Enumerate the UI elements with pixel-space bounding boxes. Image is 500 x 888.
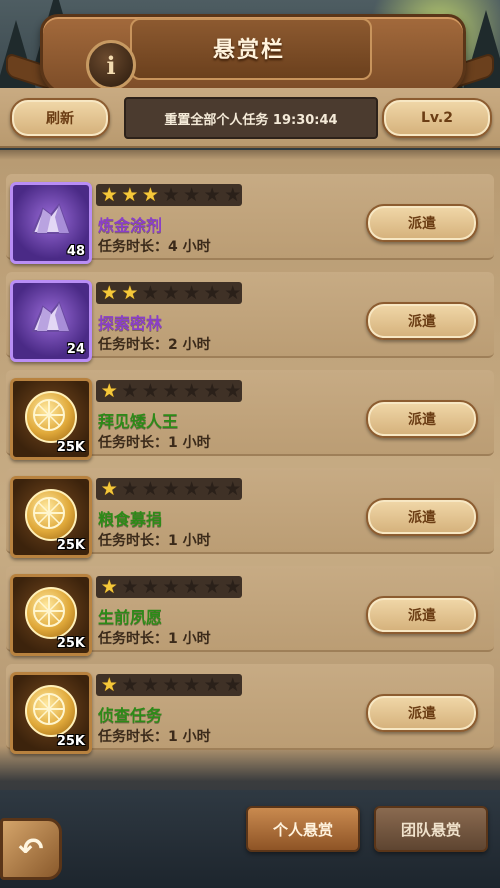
tab-personal-bounty[interactable]: 个人悬赏 [246, 806, 360, 852]
star-icon: ★ [203, 379, 221, 402]
reset-timer: 重置全部个人任务 19:30:44 [124, 97, 378, 139]
quest-duration: 任务时长：2 小时 [98, 337, 211, 353]
star-icon: ★ [121, 281, 139, 304]
quest-list: 48 ★ ★ ★ ★ ★ ★ ★ 炼金涂剂 任务时长：4 小时 派遣 24 ★ ★ ★ ★ ★ ★ ★ 探索密林 任务时… [6, 166, 494, 756]
star-icon: ★ [141, 379, 159, 402]
gold-coin-icon[interactable]: 25K [10, 574, 92, 656]
star-icon: ★ [183, 673, 201, 696]
star-icon: ★ [141, 575, 159, 598]
star-icon: ★ [183, 575, 201, 598]
crystal-icon[interactable]: 24 [10, 280, 92, 362]
star-icon: ★ [141, 477, 159, 500]
star-icon: ★ [100, 477, 118, 500]
quest-row: 48 ★ ★ ★ ★ ★ ★ ★ 炼金涂剂 任务时长：4 小时 派遣 [6, 174, 494, 264]
quest-row: 25K ★ ★ ★ ★ ★ ★ ★ 生前夙愿 任务时长：1 小时 派遣 [6, 566, 494, 656]
star-icon: ★ [162, 575, 180, 598]
star-icon: ★ [121, 477, 139, 500]
quest-duration: 任务时长：1 小时 [98, 631, 211, 647]
star-icon: ★ [121, 673, 139, 696]
gold-coin-icon[interactable]: 25K [10, 378, 92, 460]
star-icon: ★ [224, 477, 242, 500]
star-icon: ★ [224, 379, 242, 402]
info-icon[interactable]: i [86, 40, 136, 90]
dispatch-button[interactable]: 派遣 [366, 596, 478, 634]
star-rating: ★ ★ ★ ★ ★ ★ ★ [96, 184, 242, 206]
level-button[interactable]: Lv.2 [382, 98, 492, 138]
star-icon: ★ [224, 673, 242, 696]
quest-duration: 任务时长：1 小时 [98, 435, 211, 451]
refresh-button[interactable]: 刷新 [10, 98, 110, 138]
star-icon: ★ [162, 673, 180, 696]
star-icon: ★ [100, 183, 118, 206]
star-icon: ★ [224, 183, 242, 206]
quest-duration: 任务时长：1 小时 [98, 533, 211, 549]
star-icon: ★ [183, 183, 201, 206]
quest-name: 拜见矮人王 [98, 412, 179, 431]
star-icon: ★ [183, 477, 201, 500]
star-icon: ★ [141, 183, 159, 206]
star-icon: ★ [141, 673, 159, 696]
star-icon: ★ [203, 477, 221, 500]
reward-quantity: 25K [56, 734, 85, 749]
star-icon: ★ [121, 379, 139, 402]
star-icon: ★ [162, 379, 180, 402]
tab-team-bounty[interactable]: 团队悬赏 [374, 806, 488, 852]
quest-name: 侦查任务 [98, 706, 163, 725]
quest-row: 25K ★ ★ ★ ★ ★ ★ ★ 侦查任务 任务时长：1 小时 派遣 [6, 664, 494, 754]
star-icon: ★ [203, 673, 221, 696]
star-icon: ★ [224, 281, 242, 304]
reward-quantity: 25K [56, 538, 85, 553]
reward-quantity: 25K [56, 636, 85, 651]
gold-coin-icon[interactable]: 25K [10, 476, 92, 558]
star-icon: ★ [224, 575, 242, 598]
dispatch-button[interactable]: 派遣 [366, 204, 478, 242]
quest-name: 炼金涂剂 [98, 216, 163, 235]
dispatch-button[interactable]: 派遣 [366, 302, 478, 340]
star-icon: ★ [162, 183, 180, 206]
star-icon: ★ [183, 379, 201, 402]
quest-name: 探索密林 [98, 314, 163, 333]
reward-quantity: 48 [66, 244, 85, 259]
star-rating: ★ ★ ★ ★ ★ ★ ★ [96, 576, 242, 598]
reward-quantity: 24 [66, 342, 85, 357]
star-rating: ★ ★ ★ ★ ★ ★ ★ [96, 380, 242, 402]
star-icon: ★ [203, 575, 221, 598]
quest-duration: 任务时长：4 小时 [98, 239, 211, 255]
quest-name: 粮食募捐 [98, 510, 163, 529]
reward-quantity: 25K [56, 440, 85, 455]
star-icon: ★ [100, 379, 118, 402]
star-icon: ★ [203, 183, 221, 206]
star-icon: ★ [162, 477, 180, 500]
quest-row: 25K ★ ★ ★ ★ ★ ★ ★ 粮食募捐 任务时长：1 小时 派遣 [6, 468, 494, 558]
star-icon: ★ [203, 281, 221, 304]
dispatch-button[interactable]: 派遣 [366, 498, 478, 536]
quest-name: 生前夙愿 [98, 608, 163, 627]
star-icon: ★ [183, 281, 201, 304]
star-icon: ★ [100, 673, 118, 696]
crystal-icon[interactable]: 48 [10, 182, 92, 264]
star-rating: ★ ★ ★ ★ ★ ★ ★ [96, 674, 242, 696]
star-icon: ★ [100, 575, 118, 598]
dispatch-button[interactable]: 派遣 [366, 694, 478, 732]
star-icon: ★ [141, 281, 159, 304]
star-icon: ★ [121, 183, 139, 206]
star-icon: ★ [121, 575, 139, 598]
dispatch-button[interactable]: 派遣 [366, 400, 478, 438]
page-title: 悬赏栏 [212, 38, 285, 63]
back-arrow-icon[interactable]: ↶ [0, 818, 62, 880]
star-icon: ★ [100, 281, 118, 304]
quest-duration: 任务时长：1 小时 [98, 729, 211, 745]
quest-row: 24 ★ ★ ★ ★ ★ ★ ★ 探索密林 任务时长：2 小时 派遣 [6, 272, 494, 362]
quest-row: 25K ★ ★ ★ ★ ★ ★ ★ 拜见矮人王 任务时长：1 小时 派遣 [6, 370, 494, 460]
star-icon: ★ [162, 281, 180, 304]
star-rating: ★ ★ ★ ★ ★ ★ ★ [96, 478, 242, 500]
star-rating: ★ ★ ★ ★ ★ ★ ★ [96, 282, 242, 304]
gold-coin-icon[interactable]: 25K [10, 672, 92, 754]
